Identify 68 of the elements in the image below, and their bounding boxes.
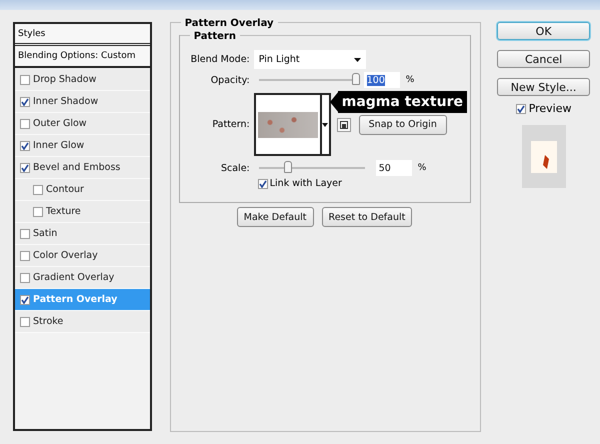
- style-label: Bevel and Emboss: [33, 162, 120, 173]
- link-checkbox[interactable]: [258, 178, 268, 188]
- style-item[interactable]: Outer Glow: [15, 113, 150, 135]
- style-item[interactable]: Stroke: [15, 311, 150, 333]
- percent-label: %: [418, 163, 426, 173]
- style-checkbox[interactable]: [20, 294, 30, 304]
- style-checkbox[interactable]: [20, 74, 30, 84]
- style-checkbox[interactable]: [33, 184, 43, 194]
- style-checkbox[interactable]: [20, 162, 30, 172]
- pattern-label: Pattern:: [211, 119, 251, 130]
- opacity-slider-thumb[interactable]: [352, 73, 360, 85]
- group-title: Pattern: [190, 30, 240, 42]
- style-label: Color Overlay: [33, 250, 98, 261]
- panel-title: Pattern Overlay: [180, 18, 278, 28]
- texture-swatch: [258, 112, 318, 138]
- blending-options-item[interactable]: Blending Options: Custom: [15, 46, 150, 68]
- new-style-button[interactable]: New Style...: [497, 78, 590, 96]
- style-checkbox[interactable]: [20, 118, 30, 128]
- scale-slider-thumb[interactable]: [284, 161, 292, 173]
- dropdown-caret-icon: [354, 58, 361, 62]
- opacity-field[interactable]: 100: [364, 72, 400, 88]
- style-label: Texture: [46, 206, 81, 217]
- ok-button[interactable]: OK: [497, 22, 590, 40]
- pattern-picker[interactable]: [254, 93, 331, 156]
- style-label: Gradient Overlay: [33, 272, 114, 283]
- style-item[interactable]: Drop Shadow: [15, 69, 150, 91]
- style-checkbox[interactable]: [33, 206, 43, 216]
- dropdown-caret-icon: [322, 122, 328, 126]
- scale-field[interactable]: 50: [376, 160, 412, 176]
- percent-label: %: [406, 75, 414, 85]
- style-label: Stroke: [33, 316, 64, 327]
- blend-mode-label: Blend Mode:: [190, 54, 251, 65]
- style-item[interactable]: Texture: [15, 201, 150, 223]
- style-label: Outer Glow: [33, 118, 87, 129]
- style-item[interactable]: Bevel and Emboss: [15, 157, 150, 179]
- style-item[interactable]: Inner Glow: [15, 135, 150, 157]
- default-button[interactable]: Make Default: [236, 207, 314, 227]
- style-label: Contour: [46, 184, 84, 195]
- style-checkbox[interactable]: [20, 140, 30, 150]
- style-checkbox[interactable]: [20, 272, 30, 282]
- style-checkbox[interactable]: [20, 228, 30, 238]
- annotation-label: magma texture: [330, 91, 467, 113]
- blend-mode-dropdown[interactable]: Pin Light: [254, 50, 366, 69]
- styles-header[interactable]: Styles: [15, 24, 150, 46]
- style-item[interactable]: Inner Shadow: [15, 91, 150, 113]
- style-label: Satin: [33, 228, 58, 239]
- preview-label: Preview: [528, 102, 572, 115]
- style-item[interactable]: Color Overlay: [15, 245, 150, 267]
- preview-thumbnail-drawing: [530, 140, 557, 172]
- default-button[interactable]: Reset to Default: [322, 207, 412, 227]
- preview-checkbox[interactable]: [516, 104, 526, 114]
- style-item[interactable]: Satin: [15, 223, 150, 245]
- style-label: Drop Shadow: [33, 74, 96, 85]
- style-item[interactable]: Gradient Overlay: [15, 267, 150, 289]
- callout-pointer-icon: [330, 91, 339, 113]
- style-checkbox[interactable]: [20, 316, 30, 326]
- style-label: Inner Shadow: [33, 96, 98, 107]
- link-label: Link with Layer: [270, 178, 342, 189]
- style-label: Pattern Overlay: [33, 294, 118, 305]
- style-item[interactable]: Contour: [15, 179, 150, 201]
- snap-to-origin-button[interactable]: Snap to Origin: [358, 114, 447, 134]
- style-label: Inner Glow: [33, 140, 84, 151]
- style-checkbox[interactable]: [20, 96, 30, 106]
- style-checkbox[interactable]: [20, 250, 30, 260]
- new-preset-icon[interactable]: [336, 118, 351, 132]
- cancel-button[interactable]: Cancel: [497, 50, 590, 68]
- scale-label: Scale:: [220, 162, 251, 174]
- opacity-label: Opacity:: [210, 74, 251, 86]
